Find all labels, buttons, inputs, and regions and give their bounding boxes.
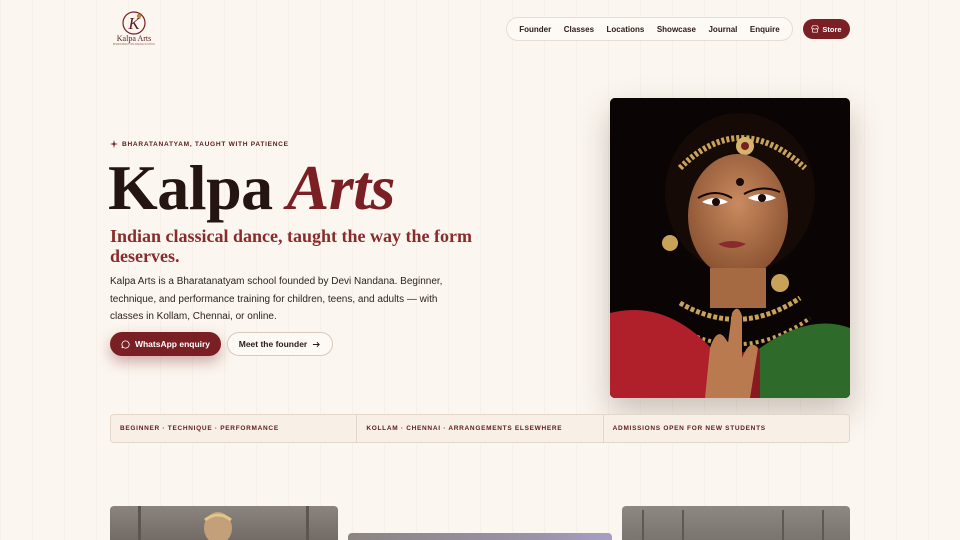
title-accent: Arts — [286, 152, 396, 223]
highlights-strip: BEGINNER · TECHNIQUE · PERFORMANCE KOLLA… — [110, 414, 850, 443]
brand-tagline: BHARATANATYAM DANCE SCHOOL — [112, 43, 156, 46]
nav-journal[interactable]: Journal — [708, 25, 737, 34]
nav-founder[interactable]: Founder — [519, 25, 551, 34]
nav-showcase[interactable]: Showcase — [657, 25, 696, 34]
nav-enquire[interactable]: Enquire — [750, 25, 780, 34]
whatsapp-enquiry-label: WhatsApp enquiry — [134, 339, 211, 349]
nav-locations[interactable]: Locations — [607, 25, 645, 34]
brand-name: Kalpa Arts — [116, 34, 152, 43]
hero-eyebrow: BHARATANATYAM, TAUGHT WITH PATIENCE — [110, 140, 289, 148]
chat-bubble-icon — [121, 339, 130, 348]
sparkle-icon — [110, 140, 118, 148]
performer-photo — [138, 506, 309, 540]
hero-dancer-photo — [610, 98, 850, 398]
highlight-locations: KOLLAM · CHENNAI · ARRANGEMENTS ELSEWHER… — [357, 415, 604, 442]
showcase-card-2[interactable] — [348, 533, 612, 540]
store-button-label: Store — [822, 24, 842, 34]
main-nav: Founder Classes Locations Showcase Journ… — [506, 17, 793, 41]
hero-subtitle: Indian classical dance, taught the way t… — [110, 226, 473, 266]
hero-eyebrow-text: BHARATANATYAM, TAUGHT WITH PATIENCE — [122, 140, 289, 148]
hero-description: Kalpa Arts is a Bharatanatyam school fou… — [110, 276, 443, 322]
store-button[interactable]: Store — [803, 19, 850, 39]
whatsapp-enquiry-button[interactable]: WhatsApp enquiry — [110, 332, 221, 356]
stage-photo — [642, 510, 824, 540]
nav-classes[interactable]: Classes — [564, 25, 594, 34]
meet-founder-button[interactable]: Meet the founder — [227, 332, 333, 356]
highlight-admissions: ADMISSIONS OPEN FOR NEW STUDENTS — [612, 425, 766, 432]
arrow-right-icon — [313, 341, 321, 347]
dancer-monogram-icon: K — [122, 11, 146, 35]
page-title: Kalpa Arts — [108, 152, 395, 224]
meet-founder-label: Meet the founder — [238, 339, 308, 349]
brand-logo[interactable]: K Kalpa Arts BHARATANATYAM DANCE SCHOOL — [112, 10, 156, 48]
store-icon — [811, 25, 819, 33]
dancer-portrait-image — [610, 98, 850, 398]
showcase-card-3[interactable] — [622, 506, 850, 540]
highlight-levels: BEGINNER · TECHNIQUE · PERFORMANCE — [111, 415, 358, 442]
showcase-card-1[interactable] — [110, 506, 338, 540]
title-plain: Kalpa — [108, 152, 273, 223]
